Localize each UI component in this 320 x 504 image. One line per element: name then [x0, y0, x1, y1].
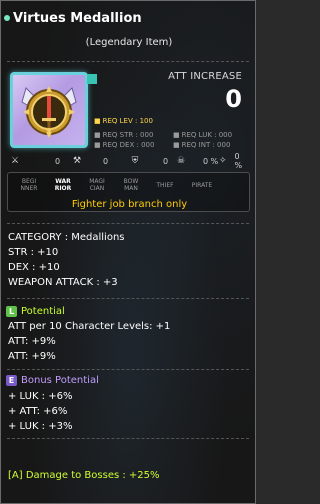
- item-title-row: Virtues Medallion: [4, 10, 142, 26]
- shield-icon: ⛨: [131, 156, 139, 166]
- item-icon-frame: [10, 72, 88, 148]
- stat-helm: ⚒ 0: [71, 155, 108, 167]
- stat-shield: ⛨ 0: [129, 155, 168, 167]
- divider: [7, 223, 249, 224]
- stat-str: STR : +10: [8, 247, 59, 258]
- job-warrior: WAR RIOR: [54, 178, 72, 192]
- req-str-text: REQ STR : 000: [102, 131, 154, 139]
- stat-shield-value: 0: [163, 156, 169, 166]
- stat-category: CATEGORY : Medallions: [8, 232, 125, 243]
- stat-icons-row: ⚔ 0 ⚒ 0 ⛨ 0 ☠ 0 % ✧ 0 %: [9, 152, 249, 170]
- req-dex: ■ REQ DEX : 000: [94, 141, 155, 149]
- boss-icon: ☠: [176, 156, 186, 166]
- stat-dex: DEX : +10: [8, 262, 60, 273]
- req-dex-text: REQ DEX : 000: [102, 141, 155, 149]
- bonus-potential-line: + LUK : +3%: [8, 421, 73, 432]
- req-level: ■ REQ LEV : 100: [94, 117, 153, 125]
- job-thief: THIEF: [156, 182, 174, 189]
- req-level-text: REQ LEV : 100: [102, 117, 153, 125]
- stat-helm-value: 0: [103, 156, 109, 166]
- divider: [7, 61, 249, 62]
- job-branch-note: Fighter job branch only: [71, 199, 188, 210]
- title-bullet-icon: [4, 15, 10, 21]
- legendary-potential-icon: L: [6, 306, 17, 317]
- job-requirement-panel: BEGI NNER WAR RIOR MAGI CIAN BOW MAN THIEF P…: [7, 172, 250, 212]
- item-tag-icon: [87, 74, 97, 84]
- bonus-potential-label: Bonus Potential: [21, 375, 99, 386]
- item-name: Virtues Medallion: [13, 10, 142, 26]
- epic-bonus-potential-icon: E: [6, 375, 17, 386]
- medallion-icon: [21, 86, 77, 138]
- stat-boss: ☠ 0 %: [175, 155, 218, 167]
- stat-ignore-def: ✧ 0 %: [217, 152, 249, 170]
- potential-line: ATT: +9%: [8, 351, 56, 362]
- req-luk-text: REQ LUK : 000: [181, 131, 233, 139]
- att-increase-value: 0: [225, 85, 242, 113]
- potential-line: ATT per 10 Character Levels: +1: [8, 321, 171, 332]
- sword-icon: ⚔: [10, 156, 20, 166]
- job-pirate: PIRATE: [191, 182, 213, 189]
- item-rarity: (Legendary Item): [85, 37, 173, 48]
- stat-weapon-attack: WEAPON ATTACK : +3: [8, 277, 118, 288]
- job-beginner: BEGI NNER: [20, 178, 38, 192]
- potential-header: L Potential: [6, 306, 65, 317]
- ignore-defense-icon: ✧: [218, 156, 227, 166]
- att-increase-label: ATT INCREASE: [168, 71, 242, 82]
- job-bowman: BOW MAN: [123, 178, 139, 192]
- stat-attack: ⚔ 0: [9, 155, 60, 167]
- req-int: ■ REQ INT : 000: [173, 141, 231, 149]
- bonus-potential-line: + LUK : +6%: [8, 391, 73, 402]
- item-tooltip: Virtues Medallion (Legendary Item) ATT I…: [0, 0, 256, 504]
- job-magician: MAGI CIAN: [89, 178, 105, 192]
- stat-ignore-def-value: 0 %: [234, 152, 243, 170]
- req-int-text: REQ INT : 000: [181, 141, 231, 149]
- divider: [7, 369, 249, 370]
- divider: [7, 438, 249, 439]
- soul-option: [A] Damage to Bosses : +25%: [8, 470, 160, 481]
- req-str: ■ REQ STR : 000: [94, 131, 154, 139]
- potential-label: Potential: [21, 306, 65, 317]
- warrior-helm-icon: ⚒: [72, 156, 82, 166]
- req-luk: ■ REQ LUK : 000: [173, 131, 233, 139]
- stat-attack-value: 0: [55, 156, 61, 166]
- bonus-potential-line: + ATT: +6%: [8, 406, 68, 417]
- potential-line: ATT: +9%: [8, 336, 56, 347]
- stat-boss-value: 0 %: [203, 156, 219, 166]
- divider: [7, 298, 249, 299]
- bonus-potential-header: E Bonus Potential: [6, 375, 99, 386]
